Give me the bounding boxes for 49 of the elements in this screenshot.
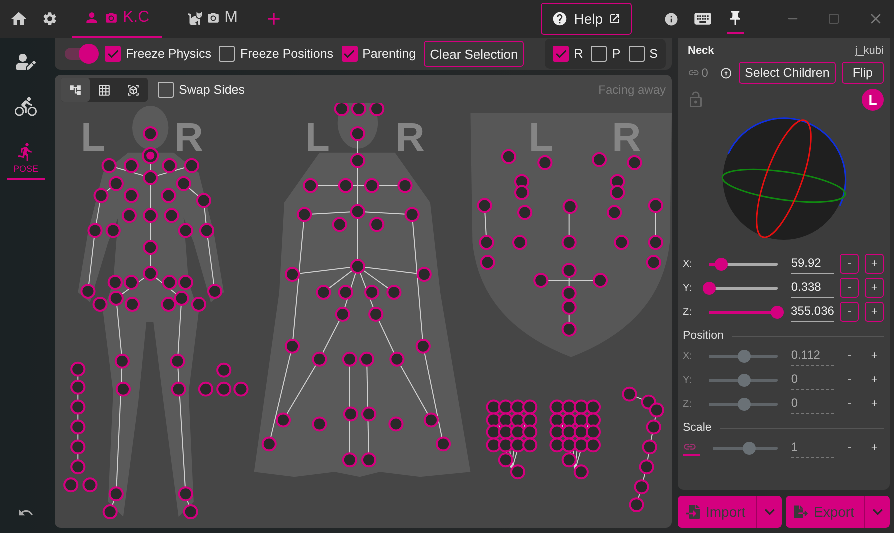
checkbox-label: Freeze Physics xyxy=(126,47,212,61)
decrement-button[interactable]: - xyxy=(840,370,860,390)
checkbox-label: R xyxy=(574,47,584,61)
section-title: Position xyxy=(683,330,724,342)
character-tab[interactable]: M xyxy=(176,0,250,38)
increment-button[interactable]: + xyxy=(865,278,884,298)
decrement-button[interactable]: - xyxy=(840,438,860,458)
side-label: L xyxy=(80,116,106,160)
value-field[interactable]: 0 xyxy=(791,370,834,390)
decrement-button[interactable]: - xyxy=(840,302,860,322)
bone-id: j_kubi xyxy=(855,45,884,57)
help-button[interactable]: Help xyxy=(541,3,632,35)
axis-label: X: xyxy=(683,350,694,362)
increment-button[interactable]: + xyxy=(865,302,884,322)
value-field[interactable]: 0.338 xyxy=(791,278,834,298)
checkbox-label: S xyxy=(650,47,658,61)
space-badge: L xyxy=(862,89,884,111)
bone-name: Neck xyxy=(687,45,714,57)
side-label: R xyxy=(174,116,204,160)
value-field[interactable]: 0.112 xyxy=(791,346,834,366)
decrement-button[interactable]: - xyxy=(840,346,860,366)
select-children-button[interactable]: Select Children xyxy=(739,62,836,84)
axis-label: X: xyxy=(683,258,694,270)
section-title: Scale xyxy=(683,422,712,434)
checkbox-label: Parenting xyxy=(362,47,416,61)
increment-button[interactable]: + xyxy=(865,438,884,458)
axis-label: Z: xyxy=(683,306,693,318)
side-label: L xyxy=(305,116,330,160)
increment-button[interactable]: + xyxy=(865,394,884,414)
decrement-button[interactable]: - xyxy=(840,278,860,298)
value-field[interactable]: 0 xyxy=(791,394,834,414)
clear-selection-button[interactable]: Clear Selection xyxy=(424,41,524,67)
value-field[interactable]: 1 xyxy=(791,438,834,458)
side-label: R xyxy=(396,116,425,160)
decrement-button[interactable]: - xyxy=(840,394,860,414)
link-count: 0 xyxy=(702,66,708,80)
checkbox-label: Swap Sides xyxy=(179,83,246,97)
checkbox-label: Freeze Positions xyxy=(240,47,334,61)
flip-button[interactable]: Flip xyxy=(842,62,884,84)
axis-label: Z: xyxy=(683,398,693,410)
axis-label: Y: xyxy=(683,282,693,294)
checkbox-label: P xyxy=(612,47,621,61)
increment-button[interactable]: + xyxy=(865,370,884,390)
increment-button[interactable]: + xyxy=(865,254,884,274)
decrement-button[interactable]: - xyxy=(840,254,860,274)
increment-button[interactable]: + xyxy=(865,346,884,366)
axis-label: Y: xyxy=(683,374,693,386)
value-field[interactable]: 59.92 xyxy=(791,254,834,274)
value-field[interactable]: 355.036 xyxy=(791,302,834,322)
